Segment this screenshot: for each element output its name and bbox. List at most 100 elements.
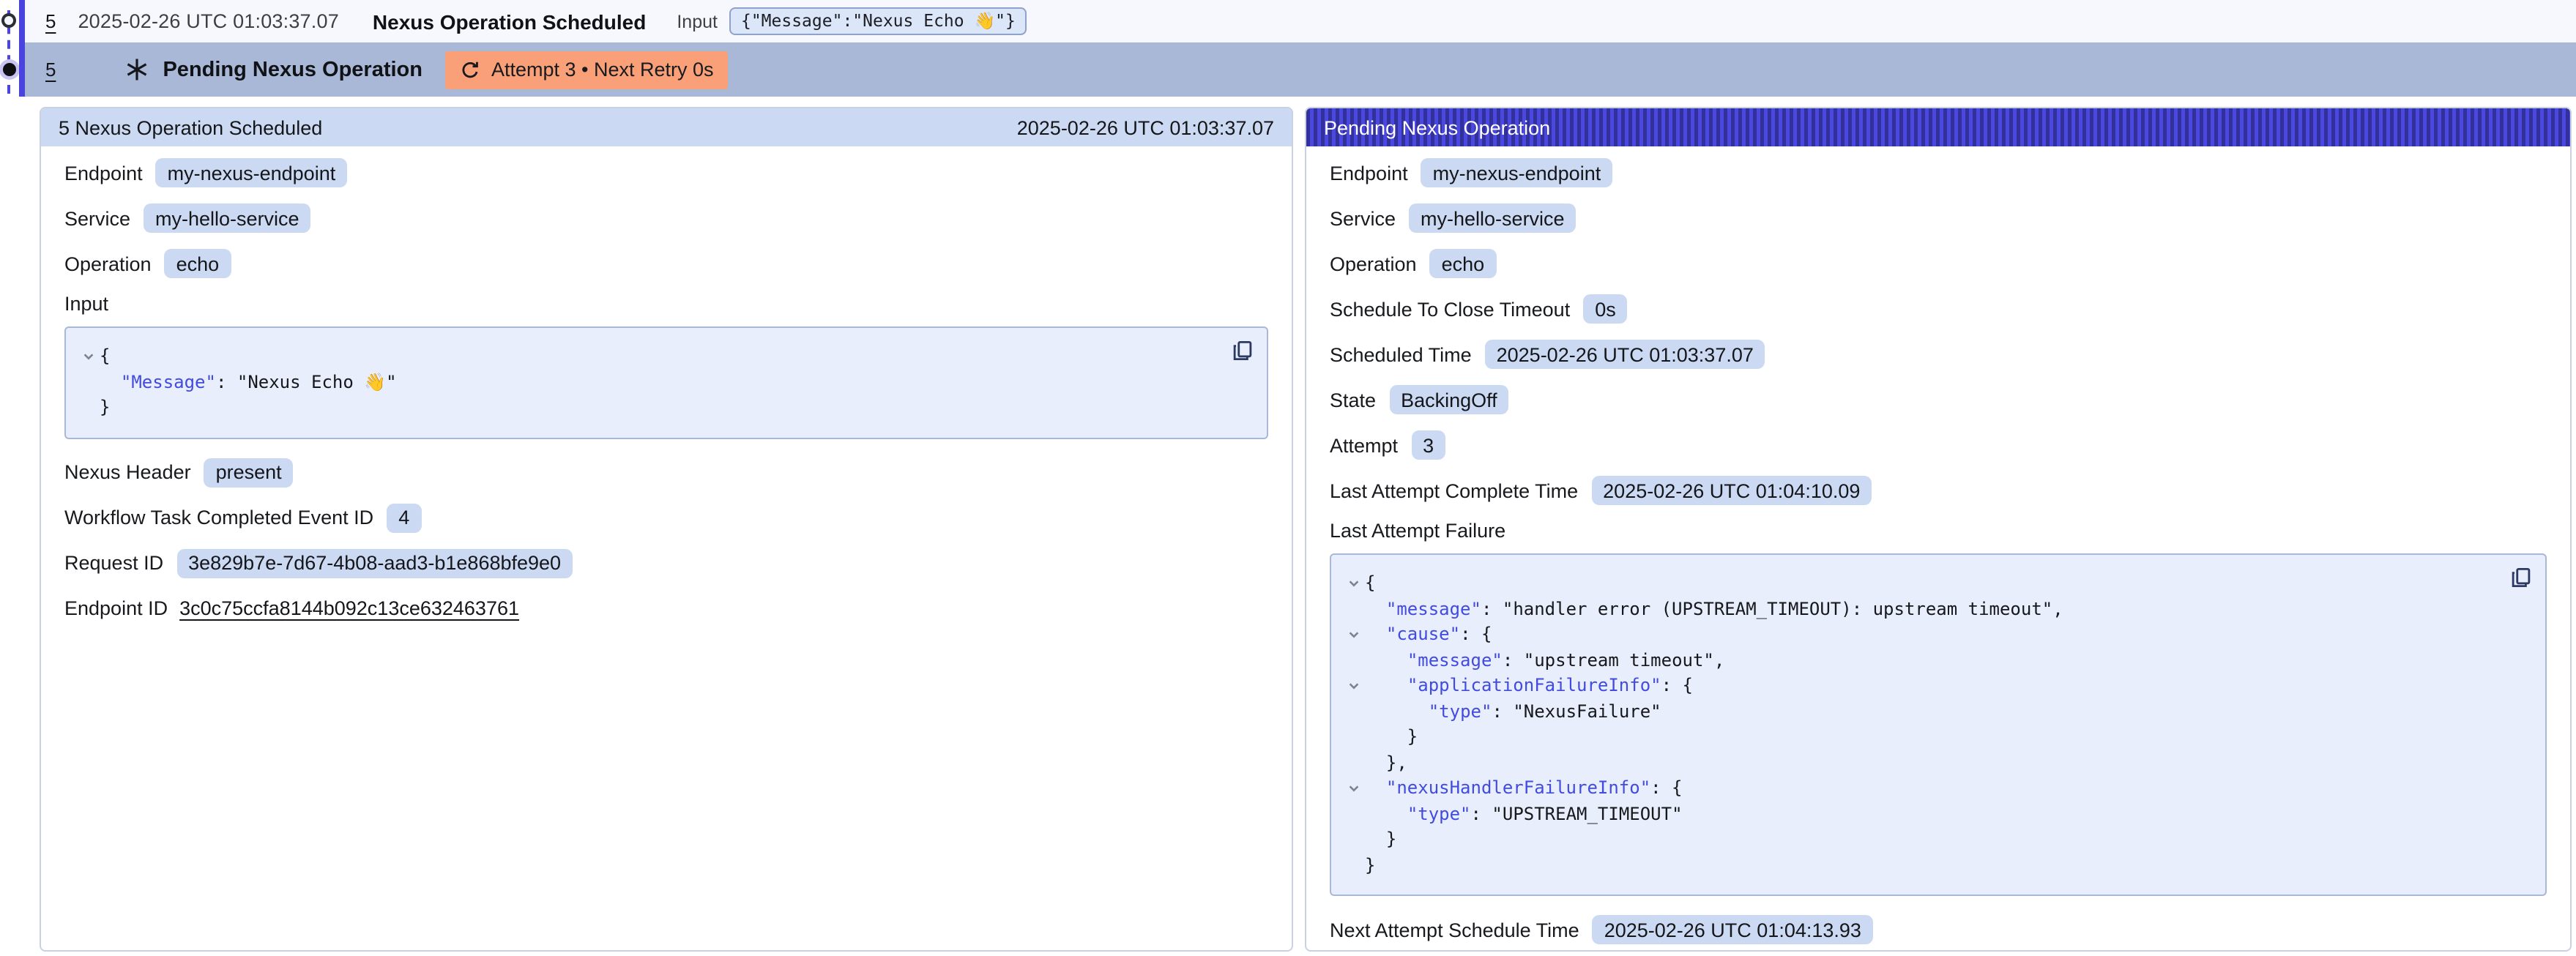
json-line: "Message": "Nexus Echo 👋" <box>78 370 1217 395</box>
field-label: Service <box>1330 207 1396 229</box>
input-json-block: { "Message": "Nexus Echo 👋"} <box>64 326 1268 438</box>
gutter-spacer <box>1343 853 1365 878</box>
field-request-id: Request ID 3e829b7e-7d67-4b08-aad3-b1e86… <box>64 547 1268 579</box>
field-label: Attempt <box>1330 434 1398 456</box>
pending-operation-body: Endpoint my-nexus-endpoint Service my-he… <box>1306 146 2570 946</box>
field-label: Operation <box>64 253 152 275</box>
field-value-badge: 2025-02-26 UTC 01:04:13.93 <box>1593 915 1873 944</box>
gutter-spacer <box>1343 699 1365 725</box>
field-label: Next Attempt Schedule Time <box>1330 919 1579 941</box>
field-value-badge: 2025-02-26 UTC 01:04:10.09 <box>1591 476 1872 505</box>
input-section-label: Input <box>64 293 1268 319</box>
field-value-badge: 0s <box>1583 294 1628 324</box>
event-detail-panel: 5 Nexus Operation Scheduled 2025-02-26 U… <box>40 107 1293 952</box>
json-line: "type": "UPSTREAM_TIMEOUT" <box>1343 802 2495 827</box>
copy-button[interactable] <box>1232 340 1254 362</box>
field-label: State <box>1330 389 1376 411</box>
field-next-attempt-schedule-time: Next Attempt Schedule Time 2025-02-26 UT… <box>1330 914 2547 946</box>
workflow-event-history-view: 5 2025-02-26 UTC 01:03:37.07 Nexus Opera… <box>0 0 2576 956</box>
json-viewer: { "Message": "Nexus Echo 👋"} <box>78 344 1217 421</box>
json-line: "cause": { <box>1343 622 2495 648</box>
field-value-badge: echo <box>165 249 231 278</box>
field-label: Request ID <box>64 552 163 574</box>
chevron-down-icon[interactable] <box>1343 776 1365 802</box>
field-label: Last Attempt Complete Time <box>1330 479 1578 501</box>
field-service: Service my-hello-service <box>64 202 1268 234</box>
field-nexus-header: Nexus Header present <box>64 456 1268 488</box>
retry-badge-label: Attempt 3 • Next Retry 0s <box>491 59 714 81</box>
field-label: Endpoint ID <box>64 597 168 619</box>
last-attempt-failure-label: Last Attempt Failure <box>1330 520 2547 546</box>
json-line: } <box>1343 827 2495 853</box>
json-line: "nexusHandlerFailureInfo": { <box>1343 776 2495 802</box>
timeline-current-marker-icon <box>3 63 16 76</box>
event-detail-body: Endpoint my-nexus-endpoint Service my-he… <box>41 146 1292 624</box>
field-last-attempt-complete-time: Last Attempt Complete Time 2025-02-26 UT… <box>1330 474 2547 507</box>
event-title: Pending Nexus Operation <box>163 58 422 81</box>
field-value-badge: my-hello-service <box>144 203 311 233</box>
event-row-nexus-operation-scheduled[interactable]: 5 2025-02-26 UTC 01:03:37.07 Nexus Opera… <box>25 0 2576 42</box>
gutter-spacer <box>1343 597 1365 622</box>
failure-json-block: { "message": "handler error (UPSTREAM_TI… <box>1330 553 2547 896</box>
field-attempt: Attempt 3 <box>1330 429 2547 461</box>
event-detail-header: 5 Nexus Operation Scheduled 2025-02-26 U… <box>41 108 1292 146</box>
field-service: Service my-hello-service <box>1330 202 2547 234</box>
json-line: "message": "upstream timeout", <box>1343 648 2495 673</box>
field-value-badge: my-hello-service <box>1409 203 1577 233</box>
gutter-spacer <box>1343 827 1365 853</box>
field-scheduled-time: Scheduled Time 2025-02-26 UTC 01:03:37.0… <box>1330 338 2547 370</box>
field-label: Operation <box>1330 253 1417 275</box>
field-operation: Operation echo <box>1330 247 2547 280</box>
pending-operation-panel: Pending Nexus Operation Endpoint my-nexu… <box>1305 107 2572 952</box>
retry-attempt-badge: Attempt 3 • Next Retry 0s <box>446 51 729 89</box>
field-endpoint: Endpoint my-nexus-endpoint <box>64 157 1268 189</box>
field-label: Endpoint <box>1330 162 1408 184</box>
field-operation: Operation echo <box>64 247 1268 280</box>
field-label: Service <box>64 207 130 229</box>
gutter-spacer <box>1343 802 1365 827</box>
timeline-open-marker-icon <box>1 13 16 28</box>
field-label: Scheduled Time <box>1330 343 1472 365</box>
gutter-spacer <box>78 395 100 421</box>
gutter-spacer <box>1343 725 1365 750</box>
gutter-spacer <box>1343 750 1365 776</box>
chevron-down-icon[interactable] <box>1343 571 1365 597</box>
gutter-spacer <box>1343 648 1365 673</box>
copy-button[interactable] <box>2510 567 2532 589</box>
json-line: } <box>1343 853 2495 878</box>
chevron-down-icon[interactable] <box>1343 622 1365 648</box>
field-value-badge: 3 <box>1411 430 1445 460</box>
json-line: { <box>78 344 1217 370</box>
json-line: "message": "handler error (UPSTREAM_TIME… <box>1343 597 2495 622</box>
json-line: { <box>1343 571 2495 597</box>
json-line: } <box>1343 725 2495 750</box>
json-viewer: { "message": "handler error (UPSTREAM_TI… <box>1343 571 2495 878</box>
event-row-pending-nexus-operation[interactable]: 5 Pending Nexus Operation Attempt 3 • Ne… <box>25 42 2576 97</box>
chevron-down-icon[interactable] <box>78 344 100 370</box>
active-event-group-bar <box>19 0 24 97</box>
field-value-badge: my-nexus-endpoint <box>1421 158 1613 187</box>
json-line: }, <box>1343 750 2495 776</box>
field-value-badge: 4 <box>387 503 421 532</box>
event-id-link[interactable]: 5 <box>45 59 56 81</box>
field-schedule-to-close-timeout: Schedule To Close Timeout 0s <box>1330 293 2547 325</box>
field-endpoint-id: Endpoint ID 3c0c75ccfa8144b092c13ce63246… <box>64 592 1268 624</box>
event-id-link[interactable]: 5 <box>45 10 56 32</box>
field-workflow-task-completed-event-id: Workflow Task Completed Event ID 4 <box>64 501 1268 534</box>
field-state: State BackingOff <box>1330 384 2547 416</box>
field-value-badge: my-nexus-endpoint <box>156 158 348 187</box>
retry-icon <box>461 59 481 80</box>
field-value-badge: 2025-02-26 UTC 01:03:37.07 <box>1485 340 1765 369</box>
chevron-down-icon[interactable] <box>1343 673 1365 699</box>
json-line: "type": "NexusFailure" <box>1343 699 2495 725</box>
field-label: Endpoint <box>64 162 143 184</box>
pending-operation-header: Pending Nexus Operation <box>1306 108 2570 146</box>
field-label: Nexus Header <box>64 461 191 483</box>
json-line: "applicationFailureInfo": { <box>1343 673 2495 699</box>
endpoint-id-link[interactable]: 3c0c75ccfa8144b092c13ce632463761 <box>179 597 519 619</box>
field-value-badge: 3e829b7e-7d67-4b08-aad3-b1e868bfe9e0 <box>176 548 573 578</box>
panel-timestamp: 2025-02-26 UTC 01:03:37.07 <box>1017 116 1274 138</box>
field-value-badge: echo <box>1430 249 1497 278</box>
panel-title: Pending Nexus Operation <box>1324 116 1550 138</box>
field-endpoint: Endpoint my-nexus-endpoint <box>1330 157 2547 189</box>
